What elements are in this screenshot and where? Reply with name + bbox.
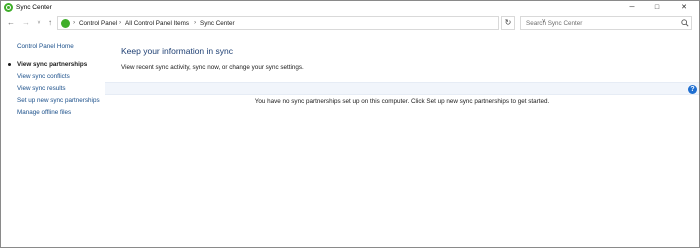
breadcrumb-control-panel[interactable]: Control Panel [79,20,117,27]
forward-button[interactable]: → [21,17,31,29]
window-title: Sync Center [16,4,52,11]
sync-center-app-icon [4,3,13,12]
breadcrumb-separator[interactable]: › [119,19,121,26]
control-panel-icon [61,19,70,28]
main-content: Keep your information in sync View recen… [105,32,699,248]
search-input[interactable]: Search Sync Center [520,16,692,30]
breadcrumb-sync-center[interactable]: Sync Center [200,20,235,27]
refresh-button[interactable]: ↻ [501,16,515,30]
toolbar: ? [105,82,699,95]
search-icon[interactable] [681,19,689,27]
help-icon[interactable]: ? [688,85,697,94]
address-bar[interactable]: › Control Panel › All Control Panel Item… [57,16,546,30]
breadcrumb-all-items[interactable]: All Control Panel Items [125,20,189,27]
up-button[interactable]: ↑ [45,17,55,29]
task-view-sync-results[interactable]: View sync results [17,85,66,92]
control-panel-home-link[interactable]: Control Panel Home [17,43,74,50]
page-description: View recent sync activity, sync now, or … [121,64,304,71]
task-pane: Control Panel Home View sync partnership… [1,32,105,248]
maximize-button[interactable]: □ [646,1,668,14]
task-set-up-new-sync-partnerships[interactable]: Set up new sync partnerships [17,97,100,104]
title-bar: Sync Center ─ □ ✕ [1,1,699,14]
page-title: Keep your information in sync [121,46,233,56]
task-manage-offline-files[interactable]: Manage offline files [17,109,71,116]
recent-locations-button[interactable]: ˅ [34,17,44,29]
navigation-bar: ← → ˅ ↑ › Control Panel › All Control Pa… [1,14,699,32]
sync-center-window: Sync Center ─ □ ✕ ← → ˅ ↑ › Control Pane… [0,0,700,248]
minimize-button[interactable]: ─ [621,1,643,14]
back-button[interactable]: ← [6,17,16,29]
selected-bullet-icon [8,63,11,66]
search-placeholder: Search Sync Center [526,20,583,27]
breadcrumb-separator[interactable]: › [73,19,75,26]
breadcrumb-separator[interactable]: › [194,19,196,26]
empty-state-message: You have no sync partnerships set up on … [254,98,550,105]
close-button[interactable]: ✕ [673,1,695,14]
task-view-sync-conflicts[interactable]: View sync conflicts [17,73,70,80]
task-view-sync-partnerships[interactable]: View sync partnerships [17,61,87,68]
